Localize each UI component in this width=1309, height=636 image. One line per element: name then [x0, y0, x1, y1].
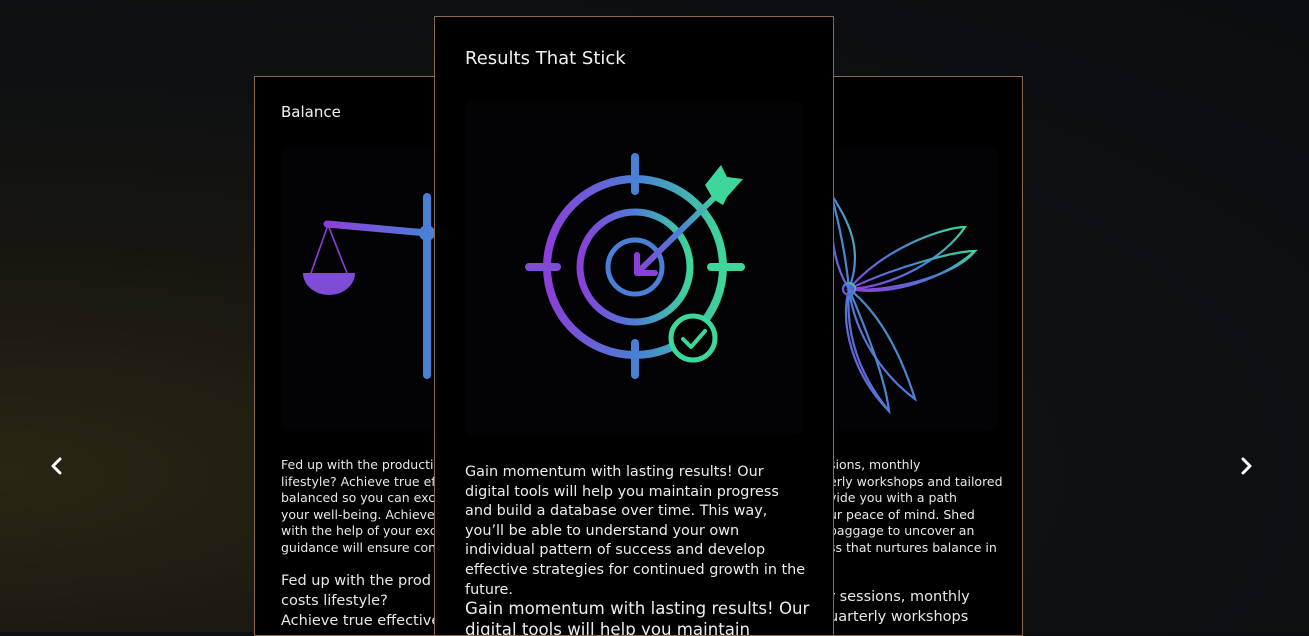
carousel-prev-button[interactable]	[46, 455, 68, 477]
text-line: ss that nurtures balance in	[829, 539, 997, 555]
text-line: Achieve true effective	[281, 613, 441, 629]
card-description-large: Fed up with the prod costs lifestyle? Ac…	[281, 571, 440, 631]
text-line: baggage to uncover an	[829, 523, 975, 539]
text-line: with the help of your exclu	[281, 523, 444, 539]
text-line: your well-being. Achieve lo	[281, 506, 444, 522]
card-description: Gain momentum with lasting results! Our …	[465, 464, 806, 598]
text-line: uarterly workshops	[829, 609, 969, 625]
carousel-card-right[interactable]: sions, monthly erly workshops and tailor…	[824, 76, 1023, 636]
card-description-large: Gain momentum with lasting results! Our …	[465, 599, 810, 636]
text-line: Fed up with the prod	[281, 573, 431, 589]
card-title: Balance	[281, 103, 341, 121]
carousel-card-balance[interactable]: Balance Fed up with the productiv lifest…	[254, 76, 444, 636]
text-line: ur peace of mind. Shed	[829, 506, 975, 522]
lotus-icon	[827, 186, 978, 415]
text-line: sions, monthly	[829, 457, 921, 472]
text-line: guidance will ensure cons	[281, 539, 443, 555]
text-line: lifestyle? Achieve true effe	[281, 473, 444, 489]
target-arrow-icon	[525, 153, 745, 379]
scale-icon	[303, 193, 443, 379]
card-image	[465, 101, 803, 435]
chevron-left-icon	[51, 457, 62, 475]
card-description-large: r sessions, monthly uarterly workshops	[829, 587, 970, 627]
carousel-card-results[interactable]: Results That Stick Gain momentum with la…	[434, 16, 834, 636]
text-line: Fed up with the productiv	[281, 457, 441, 472]
text-line: erly workshops and tailored	[829, 473, 1003, 489]
text-line: r sessions, monthly	[829, 589, 970, 605]
card-description: sions, monthly erly workshops and tailor…	[829, 457, 1003, 557]
carousel-next-button[interactable]	[1235, 455, 1257, 477]
card-title: Results That Stick	[465, 48, 626, 69]
text-line: balanced so you can excel	[281, 490, 444, 506]
card-image	[281, 147, 443, 431]
card-description: Fed up with the productiv lifestyle? Ach…	[281, 457, 444, 557]
chevron-right-icon	[1241, 457, 1252, 475]
text-line: costs lifestyle?	[281, 593, 388, 609]
text-line: vide you with a path	[829, 490, 957, 506]
card-image	[825, 147, 997, 431]
